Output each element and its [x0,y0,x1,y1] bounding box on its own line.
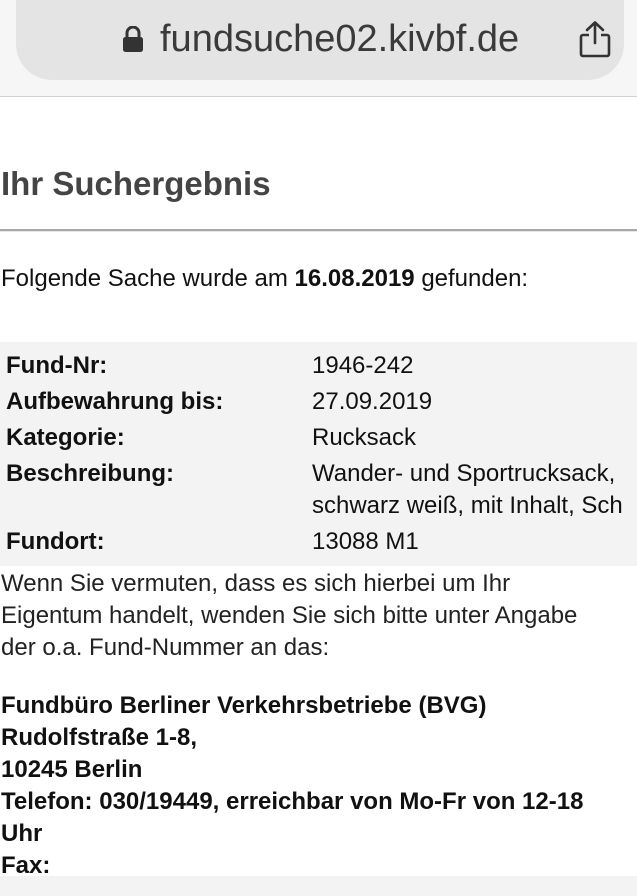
found-date-line: Folgende Sache wurde am 16.08.2019 gefun… [1,264,528,294]
office-phone-cont: Uhr [1,820,43,847]
detail-label: Aufbewahrung bis: [6,388,224,415]
detail-value: Wander- und Sportrucksack, [312,460,616,487]
detail-label: Fund-Nr: [6,352,108,379]
lost-found-office-address: Fundbüro Berliner Verkehrsbetriebe (BVG)… [1,690,637,882]
browser-toolbar: fundsuche02.kivbf.de [0,0,637,97]
info-paragraph: Wenn Sie vermuten, dass es sich hierbei … [1,568,637,664]
info-line: Eigentum handelt, wenden Sie sich bitte … [1,602,578,629]
office-city: 10245 Berlin [1,756,143,783]
found-prefix: Folgende Sache wurde am [1,265,288,292]
detail-label: Kategorie: [6,424,125,451]
page-title: Ihr Suchergebnis [1,165,271,202]
divider [0,229,637,232]
detail-value: Rucksack [312,424,417,451]
found-date: 16.08.2019 [294,265,415,292]
office-name: Fundbüro Berliner Verkehrsbetriebe (BVG) [1,692,487,719]
info-line: der o.a. Fund-Nummer an das: [1,634,330,661]
detail-value: 27.09.2019 [312,388,433,415]
detail-value: 13088 M1 [312,528,419,555]
share-icon[interactable] [578,20,612,58]
found-suffix: gefunden: [421,265,529,292]
info-line: Wenn Sie vermuten, dass es sich hierbei … [1,570,511,597]
url-text[interactable]: fundsuche02.kivbf.de [160,16,519,62]
office-phone: Telefon: 030/19449, erreichbar von Mo-Fr… [1,788,584,815]
lock-icon [122,25,144,52]
details-table: Fund-Nr: 1946-242 Aufbewahrung bis: 27.0… [0,342,637,566]
office-street: Rudolfstraße 1-8, [1,724,198,751]
bottom-strip [0,876,637,896]
detail-label: Fundort: [6,528,105,555]
detail-value: schwarz weiß, mit Inhalt, Sch [312,492,623,519]
address-bar[interactable]: fundsuche02.kivbf.de [16,0,624,80]
detail-label: Beschreibung: [6,460,175,487]
detail-value: 1946-242 [312,352,414,379]
